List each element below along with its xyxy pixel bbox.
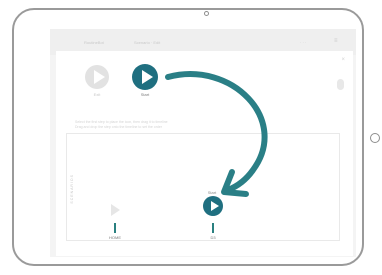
- curved-arrow-icon: [165, 71, 268, 197]
